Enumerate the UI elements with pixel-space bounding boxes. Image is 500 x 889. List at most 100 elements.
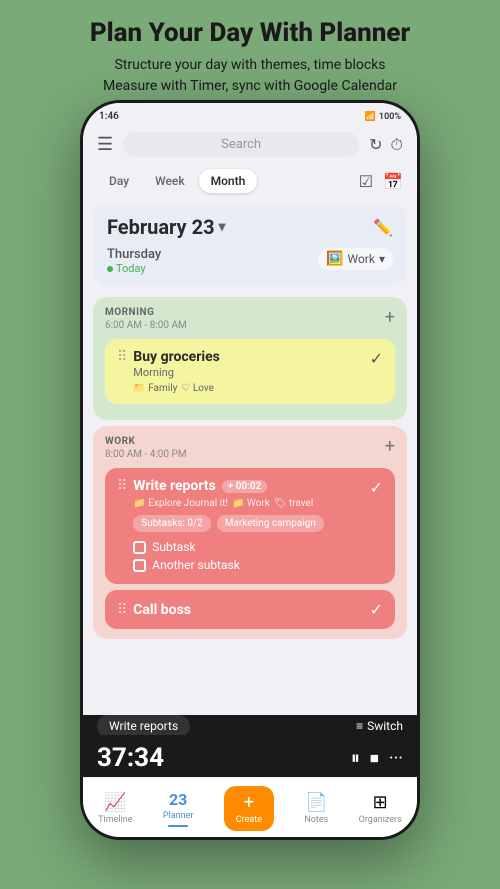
nav-create[interactable]: + Create [224,786,274,831]
timeline-label: Timeline [98,815,132,825]
battery-text: 100% [379,112,401,122]
date-row: February 23 ▾ ✏️ [107,215,393,239]
nav-timeline[interactable]: 📈 Timeline [98,792,132,825]
view-tabs: Day Week Month ☑ 📅 [83,163,417,199]
top-bar-icons: ↻ ⏱ [369,135,403,155]
nav-organizers[interactable]: ⊞ Organizers [359,792,402,825]
notes-label: Notes [304,815,328,825]
today-dot [107,266,113,272]
hamburger-icon[interactable]: ☰ [97,134,113,155]
status-right: 📶 100% [365,112,401,122]
nav-planner[interactable]: 23 Planner [163,790,194,827]
tab-group: Day Week Month [97,169,257,193]
morning-task-card[interactable]: ⠿ Buy groceries Morning 📁 Family ♡ Love … [105,339,395,404]
app-header: Plan Your Day With Planner Structure you… [0,0,500,107]
subtask-item-2[interactable]: Another subtask [133,556,369,574]
switch-label[interactable]: ≡ Switch [356,719,403,733]
signal-icon: 📶 [365,112,376,122]
travel-tag: 🏷 travel [274,498,314,509]
pause-button[interactable]: ⏸ [351,748,360,769]
phone-screen: 1:46 📶 100% ☰ Search ↻ ⏱ Day Week Month … [83,103,417,837]
morning-section: MORNING 6:00 AM - 8:00 AM + ⠿ Buy grocer… [93,297,407,420]
search-box[interactable]: Search [123,132,359,157]
day-name: Thursday [107,247,161,262]
header-subtitle: Structure your day with themes, time blo… [20,55,480,97]
timer-controls: ⏸ ⏹ ··· [351,748,403,769]
subtask-list: Subtask Another subtask [133,538,369,574]
morning-time: 6:00 AM - 8:00 AM [105,320,187,331]
bottom-nav: 📈 Timeline 23 Planner + Create 📄 Notes ⊞… [83,777,417,837]
subtask-checkbox-1[interactable] [133,541,146,554]
timer-display: 37:34 [97,743,164,773]
subtask-checkbox-2[interactable] [133,559,146,572]
subtask-item-1[interactable]: Subtask [133,538,369,556]
task-tags: 📁 Family ♡ Love [133,383,369,394]
tab-month[interactable]: Month [199,169,258,193]
call-boss-check-icon[interactable]: ✓ [370,600,383,619]
tab-icons: ☑ 📅 [359,172,403,191]
status-time: 1:46 [99,111,119,122]
task-check-icon[interactable]: ✓ [370,349,383,368]
drag-handle-icon: ⠿ [117,349,127,365]
planner-label: Planner [163,811,194,821]
work-section-header: WORK 8:00 AM - 4:00 PM + [105,436,395,460]
work-task-content: Write reports + 00:02 📁 Explore Journal … [133,478,369,574]
tab-week[interactable]: Week [143,169,197,193]
date-title[interactable]: February 23 ▾ [107,215,226,239]
work-task-name: Write reports [133,478,215,494]
work-emoji: 🖼️ [326,251,343,267]
day-row: Thursday Today 🖼️ Work ▾ [107,243,393,275]
tab-day[interactable]: Day [97,169,141,193]
work-task-check-icon[interactable]: ✓ [370,478,383,497]
timer-icon[interactable]: ⏱ [391,135,403,155]
timer-bar: 37:34 ⏸ ⏹ ··· [83,735,417,781]
work-tag: 📁 Work [232,498,270,509]
date-header: February 23 ▾ ✏️ Thursday Today 🖼️ Work [93,205,407,285]
phone-frame: 1:46 📶 100% ☰ Search ↻ ⏱ Day Week Month … [80,100,420,840]
task-name: Buy groceries [133,349,369,365]
call-boss-task-name: Call boss [133,602,191,618]
timer-task-label: Write reports [97,715,190,737]
checklist-icon[interactable]: ☑ [359,172,373,191]
morning-section-header: MORNING 6:00 AM - 8:00 AM + [105,307,395,331]
status-bar: 1:46 📶 100% [83,103,417,126]
planner-active-indicator [168,825,188,827]
subtask-label-1: Subtask [152,540,195,554]
subtask-badges: Subtasks: 0/2 Marketing campaign [133,515,369,532]
subtasks-count-badge: Subtasks: 0/2 [133,515,210,532]
morning-title: MORNING [105,307,187,318]
organizers-icon: ⊞ [373,792,388,813]
work-task-card[interactable]: ⠿ Write reports + 00:02 📁 Explore Journa… [105,468,395,584]
work-badge[interactable]: 🖼️ Work ▾ [318,248,393,270]
work-drag-handle-icon: ⠿ [117,478,127,494]
create-label: Create [236,815,262,825]
family-tag: 📁 Family [133,383,177,394]
morning-add-button[interactable]: + [385,307,395,328]
work-time: 8:00 AM - 4:00 PM [105,449,187,460]
call-boss-card[interactable]: ⠿ Call boss ✓ [105,590,395,629]
campaign-badge: Marketing campaign [217,515,324,532]
work-title: WORK [105,436,187,447]
timeline-icon: 📈 [104,792,126,813]
create-icon: + [244,792,254,813]
task-content: Buy groceries Morning 📁 Family ♡ Love [133,349,369,394]
calendar-sync-icon[interactable]: 📅 [383,172,403,191]
task-subtitle: Morning [133,366,369,379]
edit-icon[interactable]: ✏️ [373,218,393,237]
nav-notes[interactable]: 📄 Notes [304,792,328,825]
work-task-tags: 📁 Explore Journal it! 📁 Work 🏷 travel [133,498,369,509]
header-title: Plan Your Day With Planner [20,18,480,49]
task-header: ⠿ Buy groceries Morning 📁 Family ♡ Love … [117,349,383,394]
stop-button[interactable]: ⏹ [370,748,379,769]
organizers-label: Organizers [359,815,402,825]
work-add-button[interactable]: + [385,436,395,457]
refresh-icon[interactable]: ↻ [369,135,382,155]
work-section: WORK 8:00 AM - 4:00 PM + ⠿ Write reports… [93,426,407,639]
top-bar: ☰ Search ↻ ⏱ [83,126,417,163]
more-button[interactable]: ··· [389,748,403,769]
switch-icon: ≡ [356,719,363,733]
journal-tag: 📁 Explore Journal it! [133,498,228,509]
planner-icon: 23 [169,790,187,809]
love-tag: ♡ Love [181,383,214,394]
today-badge: Today [107,262,161,275]
